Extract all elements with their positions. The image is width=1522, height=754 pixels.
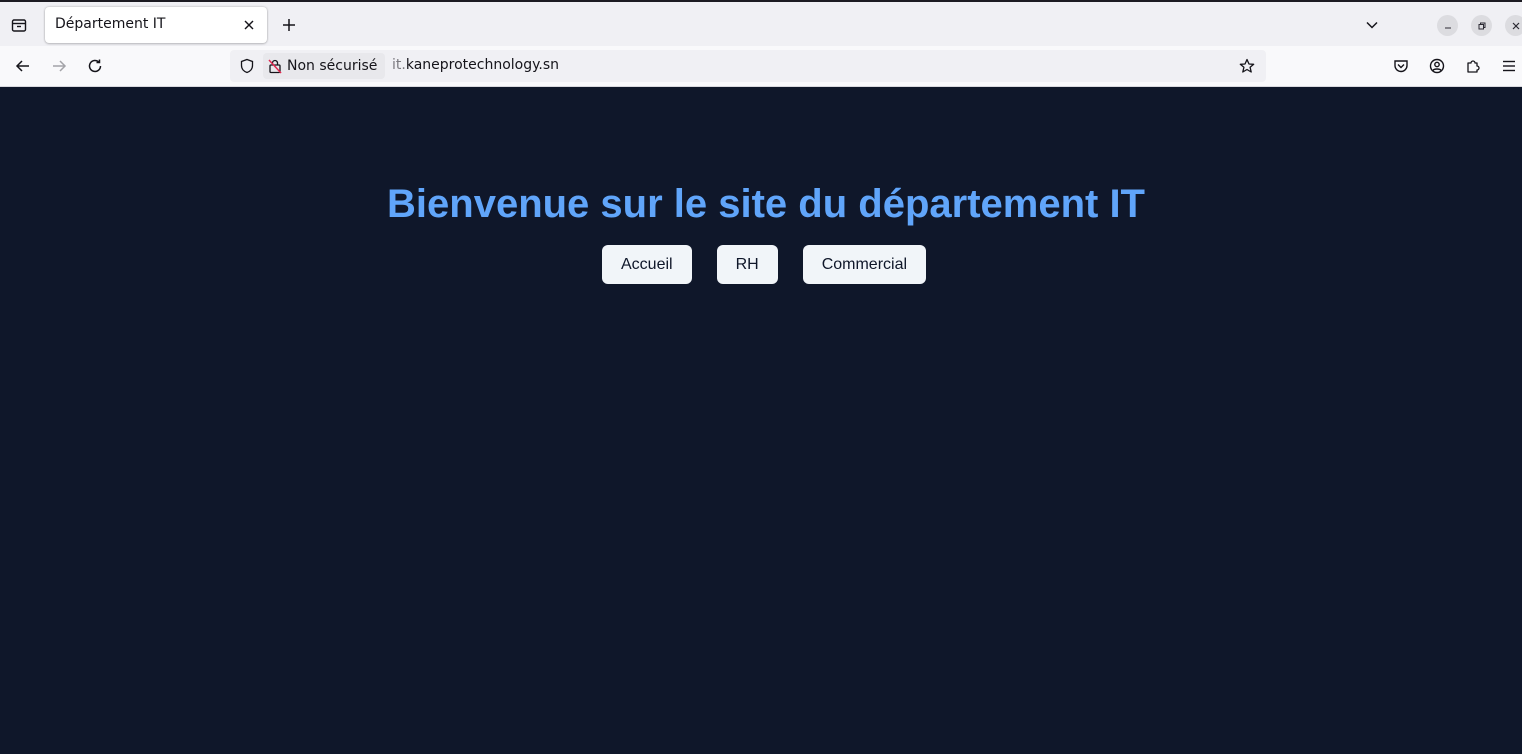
arrow-left-icon	[15, 58, 31, 74]
url-text[interactable]: it.kaneprotechnology.sn	[392, 57, 559, 73]
page-title: Bienvenue sur le site du département IT	[387, 182, 1145, 226]
shield-icon	[239, 58, 255, 74]
minimize-button[interactable]	[1437, 15, 1458, 36]
tab-list-button[interactable]	[4, 10, 34, 40]
url-subdomain: it.	[392, 57, 406, 73]
tab-departement-it[interactable]: Département IT	[45, 7, 267, 43]
site-navigation: Accueil RH Commercial	[602, 245, 927, 284]
extensions-icon	[1465, 58, 1481, 74]
nav-button-rh[interactable]: RH	[716, 245, 778, 284]
page-content: Bienvenue sur le site du département IT …	[0, 87, 1522, 754]
menu-icon	[1501, 58, 1517, 74]
chevron-down-icon	[1365, 18, 1379, 32]
account-button[interactable]	[1422, 51, 1452, 81]
tab-bar: Département IT	[0, 0, 1522, 46]
extensions-button[interactable]	[1458, 51, 1488, 81]
bookmark-button[interactable]	[1234, 53, 1260, 79]
navigation-toolbar: Non sécurisé it.kaneprotechnology.sn	[0, 46, 1522, 87]
security-label: Non sécurisé	[287, 58, 378, 74]
forward-button[interactable]	[44, 51, 74, 81]
close-icon	[243, 19, 255, 31]
reload-icon	[87, 58, 103, 74]
back-button[interactable]	[8, 51, 38, 81]
tab-title: Département IT	[55, 16, 166, 32]
pocket-button[interactable]	[1386, 51, 1416, 81]
restore-button[interactable]	[1471, 15, 1492, 36]
close-icon	[1512, 22, 1520, 30]
new-tab-button[interactable]	[275, 11, 303, 39]
plus-icon	[282, 18, 296, 32]
url-domain: kaneprotechnology.sn	[405, 57, 560, 73]
app-menu-button[interactable]	[1494, 51, 1522, 81]
list-all-tabs-button[interactable]	[1358, 11, 1386, 39]
account-icon	[1429, 58, 1445, 74]
pocket-icon	[1393, 58, 1409, 74]
arrow-right-icon	[51, 58, 67, 74]
restore-icon	[1478, 22, 1486, 30]
tracking-protection-button[interactable]	[234, 53, 260, 79]
tab-close-button[interactable]	[237, 13, 261, 37]
site-security-indicator[interactable]: Non sécurisé	[263, 53, 386, 79]
address-bar[interactable]: Non sécurisé it.kaneprotechnology.sn	[230, 50, 1266, 82]
nav-button-commercial[interactable]: Commercial	[802, 245, 927, 284]
nav-button-accueil[interactable]: Accueil	[602, 245, 692, 284]
tab-manager-icon	[11, 17, 27, 33]
window-close-button[interactable]	[1505, 15, 1522, 36]
star-icon	[1239, 58, 1255, 74]
insecure-lock-icon	[267, 58, 283, 74]
minimize-icon	[1444, 22, 1452, 30]
reload-button[interactable]	[80, 51, 110, 81]
